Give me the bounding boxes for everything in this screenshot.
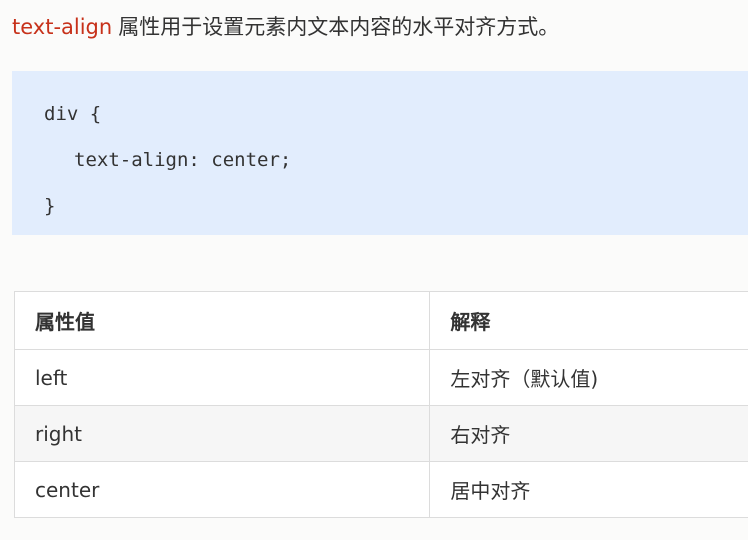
table-header-row: 属性值 解释 — [13, 291, 748, 350]
column-header-explanation: 解释 — [429, 291, 748, 350]
code-line-closing-brace: } — [44, 195, 56, 217]
cell-value-left: left — [13, 349, 431, 406]
table-row: left 左对齐（默认值) — [13, 349, 748, 406]
cell-value-right: right — [13, 405, 431, 462]
intro-description: 属性用于设置元素内文本内容的水平对齐方式。 — [118, 15, 560, 39]
table-row: right 右对齐 — [13, 405, 748, 462]
table-row: center 居中对齐 — [13, 461, 748, 518]
code-line-declaration: text-align: center; — [74, 149, 292, 171]
cell-explanation-center: 居中对齐 — [429, 461, 748, 518]
intro-paragraph: text-align 属性用于设置元素内文本内容的水平对齐方式。 — [12, 10, 559, 44]
property-name-highlight: text-align — [12, 15, 113, 39]
cell-explanation-left: 左对齐（默认值) — [429, 349, 748, 406]
code-line-selector: div { — [44, 103, 102, 125]
cell-explanation-right: 右对齐 — [429, 405, 748, 462]
code-block: div { text-align: center; } — [12, 71, 748, 235]
property-values-table: 属性值 解释 left 左对齐（默认值) right 右对齐 center 居中… — [13, 291, 748, 518]
cell-value-center: center — [13, 461, 431, 518]
column-header-value: 属性值 — [13, 291, 431, 350]
